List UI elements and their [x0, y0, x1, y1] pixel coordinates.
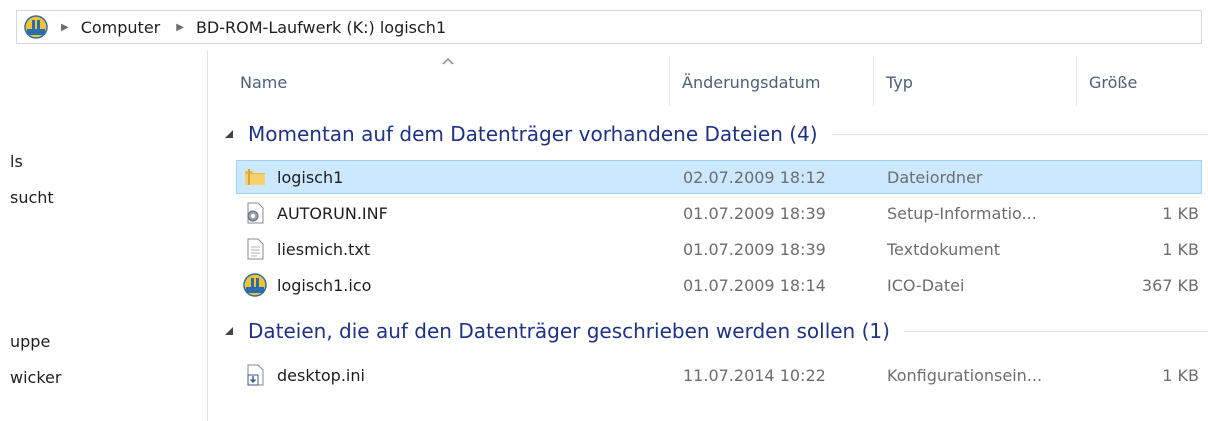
- file-date: 11.07.2014 10:22: [683, 366, 826, 385]
- column-divider[interactable]: [1076, 56, 1077, 106]
- column-header-size[interactable]: Größe: [1089, 62, 1199, 102]
- breadcrumb-computer[interactable]: Computer: [81, 18, 161, 37]
- breadcrumb-chevron-icon[interactable]: ▶: [176, 22, 184, 33]
- file-row[interactable]: AUTORUN.INF 01.07.2009 18:39 Setup-Infor…: [236, 196, 1202, 230]
- file-name: logisch1.ico: [277, 276, 372, 295]
- column-header-type[interactable]: Typ: [886, 62, 1076, 102]
- group-header-current-files[interactable]: Momentan auf dem Datenträger vorhandene …: [224, 119, 1208, 149]
- file-name: liesmich.txt: [277, 240, 371, 259]
- file-name: desktop.ini: [277, 366, 365, 385]
- file-type: Konfigurationsein...: [887, 366, 1043, 385]
- column-divider[interactable]: [873, 56, 874, 106]
- column-header-name[interactable]: Name: [240, 62, 668, 102]
- file-name: AUTORUN.INF: [277, 204, 388, 223]
- file-type: ICO-Datei: [887, 276, 965, 295]
- nav-item[interactable]: ls: [10, 152, 23, 171]
- file-row[interactable]: liesmich.txt 01.07.2009 18:39 Textdokume…: [236, 232, 1202, 266]
- group-title: Dateien, die auf den Datenträger geschri…: [248, 319, 890, 343]
- file-name: logisch1: [277, 168, 344, 187]
- group-divider: [903, 330, 1208, 332]
- group-header-pending-files[interactable]: Dateien, die auf den Datenträger geschri…: [224, 316, 1208, 346]
- group-divider: [831, 133, 1208, 135]
- file-row[interactable]: desktop.ini 11.07.2014 10:22 Konfigurati…: [236, 358, 1202, 392]
- nav-item[interactable]: sucht: [10, 188, 54, 207]
- file-type: Setup-Informatio...: [887, 204, 1037, 223]
- collapse-triangle-icon[interactable]: [224, 326, 234, 336]
- nav-item[interactable]: wicker: [10, 368, 61, 387]
- breadcrumb-chevron-icon[interactable]: ▶: [61, 22, 69, 33]
- file-row[interactable]: logisch1 02.07.2009 18:12 Dateiordner: [236, 160, 1202, 194]
- address-bar[interactable]: ▶ Computer ▶ BD-ROM-Laufwerk (K:) logisc…: [16, 10, 1202, 44]
- column-header-date[interactable]: Änderungsdatum: [682, 62, 872, 102]
- text-file-icon: [247, 238, 264, 260]
- file-type: Dateiordner: [887, 168, 983, 187]
- file-date: 01.07.2009 18:14: [683, 276, 826, 295]
- folder-icon: [245, 169, 265, 185]
- file-date: 01.07.2009 18:39: [683, 204, 826, 223]
- nav-item[interactable]: uppe: [10, 332, 50, 351]
- file-type: Textdokument: [887, 240, 1001, 259]
- setup-file-icon: [247, 202, 264, 224]
- ico-file-icon: [243, 273, 267, 297]
- collapse-triangle-icon[interactable]: [224, 129, 234, 139]
- navigation-pane: ls sucht uppe wicker: [0, 50, 208, 421]
- file-size: 1 KB: [1162, 204, 1199, 223]
- file-date: 01.07.2009 18:39: [683, 240, 826, 259]
- file-date: 02.07.2009 18:12: [683, 168, 826, 187]
- drive-logo-icon: [24, 15, 48, 39]
- file-size: 367 KB: [1141, 276, 1199, 295]
- file-row[interactable]: logisch1.ico 01.07.2009 18:14 ICO-Datei …: [236, 268, 1202, 302]
- file-size: 1 KB: [1162, 240, 1199, 259]
- group-title: Momentan auf dem Datenträger vorhandene …: [248, 122, 818, 146]
- pending-burn-file-icon: [247, 364, 264, 386]
- column-divider[interactable]: [669, 56, 670, 106]
- breadcrumb-drive[interactable]: BD-ROM-Laufwerk (K:) logisch1: [196, 18, 446, 37]
- file-size: 1 KB: [1162, 366, 1199, 385]
